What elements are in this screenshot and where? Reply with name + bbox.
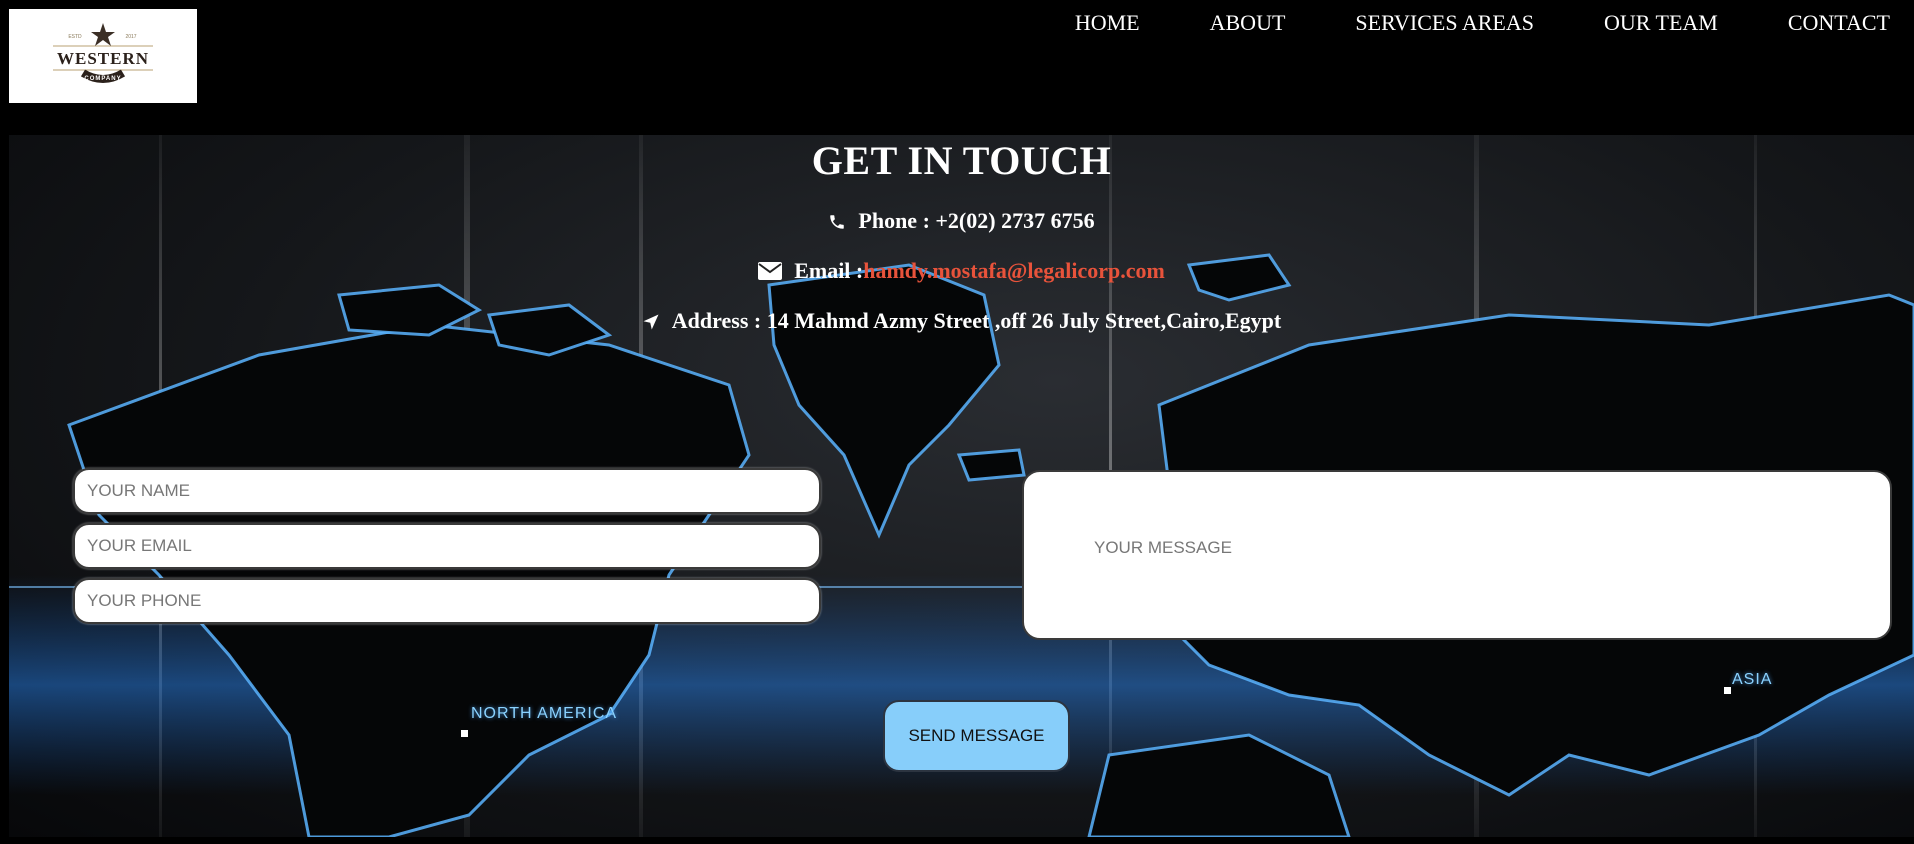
phone-input[interactable] [73,578,821,624]
svg-text:COMPANY: COMPANY [84,76,121,82]
send-message-button[interactable]: SEND MESSAGE [883,700,1070,772]
address-text: Address : 14 Mahmd Azmy Street ,off 26 J… [671,308,1282,333]
svg-text:2017: 2017 [125,34,136,40]
email-link[interactable]: hamdy.mostafa@legalicorp.com [863,258,1165,283]
main-nav: HOME ABOUT SERVICES AREAS OUR TEAM CONTA… [1005,10,1890,36]
email-line: Email :hamdy.mostafa@legalicorp.com [9,257,1914,288]
nav-services-areas[interactable]: SERVICES AREAS [1355,10,1534,36]
asia-label: ASIA [1732,671,1773,688]
nav-home[interactable]: HOME [1075,10,1140,36]
nav-about[interactable]: ABOUT [1210,10,1286,36]
name-input[interactable] [73,468,821,514]
svg-text:ESTD: ESTD [68,34,82,40]
location-arrow-icon [642,310,660,338]
nav-contact[interactable]: CONTACT [1788,10,1890,36]
message-textarea[interactable] [1022,470,1892,640]
contact-section: NORTH AMERICA ASIA GET IN TOUCH Phone : … [9,135,1914,837]
north-america-label: NORTH AMERICA [471,705,618,722]
phone-line: Phone : +2(02) 2737 6756 [9,207,1914,238]
star-icon [91,23,115,46]
page-title: GET IN TOUCH [811,138,1112,183]
company-logo[interactable]: ESTD 2017 WESTERN COMPANY [9,9,197,103]
envelope-icon [758,260,783,288]
email-input[interactable] [73,523,821,569]
site-header: ESTD 2017 WESTERN COMPANY HOME ABOUT SER… [0,0,1914,135]
nav-our-team[interactable]: OUR TEAM [1604,10,1718,36]
phone-icon [828,210,846,238]
phone-text: Phone : +2(02) 2737 6756 [858,208,1095,233]
svg-text:WESTERN: WESTERN [57,49,149,68]
email-label: Email : [794,258,864,283]
western-company-logo: ESTD 2017 WESTERN COMPANY [53,23,153,83]
address-line: Address : 14 Mahmd Azmy Street ,off 26 J… [9,307,1914,338]
